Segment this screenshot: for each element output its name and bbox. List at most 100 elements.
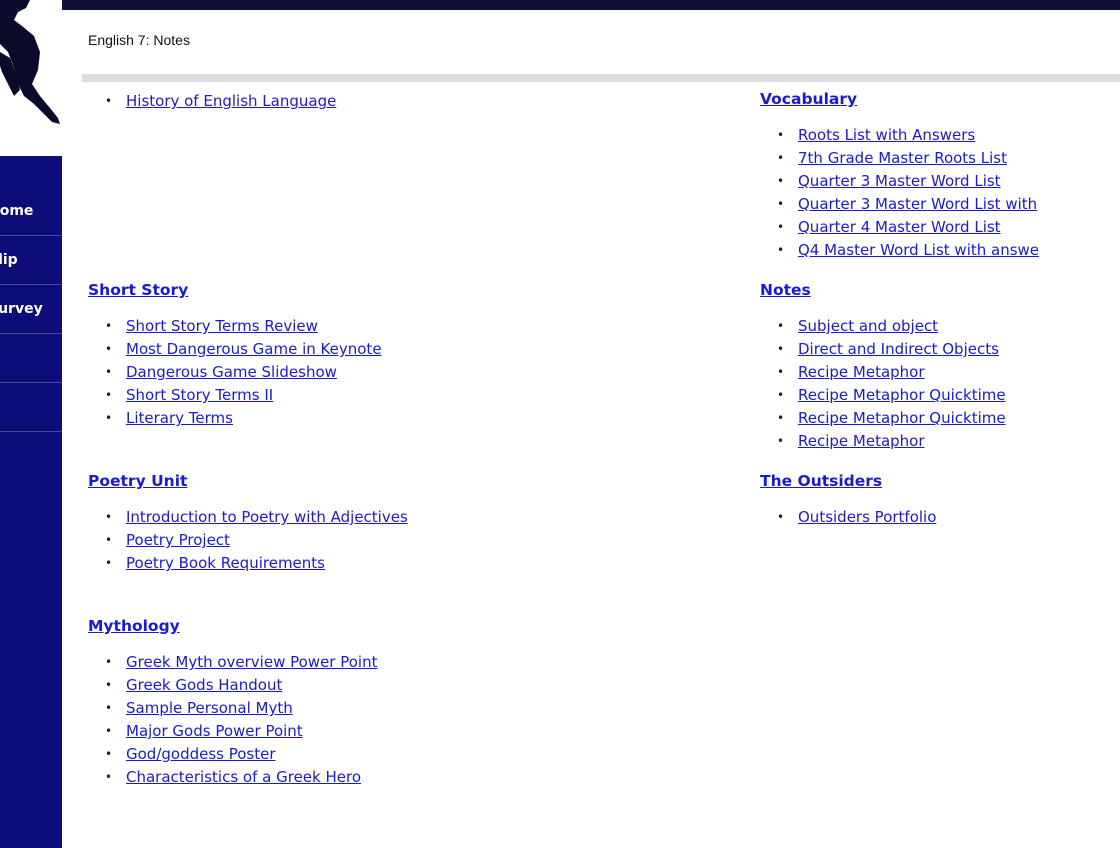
bullet-dot-icon: •: [105, 411, 113, 425]
link-major-gods-power-point[interactable]: Major Gods Power Point: [126, 722, 303, 740]
list-item: • Direct and Indirect Objects: [777, 338, 1120, 361]
link-dangerous-game-slideshow[interactable]: Dangerous Game Slideshow: [126, 363, 337, 381]
list-item: • Poetry Project: [105, 529, 648, 552]
bullet-dot-icon: •: [777, 342, 785, 356]
link-recipe-metaphor[interactable]: Recipe Metaphor: [798, 432, 925, 450]
list-item: • Roots List with Answers: [777, 124, 1120, 147]
link-q4-master-word-list-with-answe[interactable]: Q4 Master Word List with answe: [798, 241, 1039, 259]
bullet-dot-icon: •: [105, 770, 113, 784]
site-logo[interactable]: [0, 0, 62, 156]
bullet-dot-icon: •: [777, 319, 785, 333]
list-item: • Q4 Master Word List with answe: [777, 239, 1120, 262]
bullet-dot-icon: •: [105, 724, 113, 738]
link-list: • Short Story Terms Review • Most Dangerous…: [88, 315, 648, 430]
list-item: • Greek Myth overview Power Point: [105, 651, 648, 674]
bullet-dot-icon: •: [105, 319, 113, 333]
bullet-dot-icon: •: [777, 151, 785, 165]
section-heading-short-story[interactable]: Short Story: [88, 281, 188, 299]
section-poetry-unit: Poetry Unit • Introduction to Poetry with …: [88, 472, 648, 575]
section-the-outsiders: The Outsiders • Outsiders Portfolio: [760, 472, 1120, 529]
list-item: • Quarter 3 Master Word List with: [777, 193, 1120, 216]
list-item: • Short Story Terms Review: [105, 315, 648, 338]
bullet-dot-icon: •: [105, 510, 113, 524]
section-notes: Notes • Subject and object • Direct and Indi…: [760, 281, 1120, 453]
bullet-dot-icon: •: [777, 411, 785, 425]
link-literary-terms[interactable]: Literary Terms: [126, 409, 233, 427]
list-item: • God/goddess Poster: [105, 743, 648, 766]
link-outsiders-portfolio[interactable]: Outsiders Portfolio: [798, 508, 936, 526]
section-heading-poetry-unit[interactable]: Poetry Unit: [88, 472, 187, 490]
link-greek-myth-overview-power-point[interactable]: Greek Myth overview Power Point: [126, 653, 377, 671]
list-item: • Recipe Metaphor Quicktime: [777, 407, 1120, 430]
link-recipe-metaphor-quicktime[interactable]: Recipe Metaphor Quicktime: [798, 386, 1006, 404]
link-list: • Outsiders Portfolio: [760, 506, 1120, 529]
list-item: • Introduction to Poetry with Adjectives: [105, 506, 648, 529]
list-item: • Recipe Metaphor Quicktime: [777, 384, 1120, 407]
sidebar-item-blank-2[interactable]: [0, 383, 62, 432]
top-band: [62, 0, 1120, 10]
list-item: • Most Dangerous Game in Keynote: [105, 338, 648, 361]
link-list: • Introduction to Poetry with Adjectives •…: [88, 506, 648, 575]
link-list: • Greek Myth overview Power Point • Greek G…: [88, 651, 648, 789]
link-quarter-3-master-word-list[interactable]: Quarter 3 Master Word List: [798, 172, 1001, 190]
link-recipe-metaphor[interactable]: Recipe Metaphor: [798, 363, 925, 381]
bullet-dot-icon: •: [105, 747, 113, 761]
link-god-goddess-poster[interactable]: God/goddess Poster: [126, 745, 276, 763]
link-short-story-terms-ii[interactable]: Short Story Terms II: [126, 386, 273, 404]
link-recipe-metaphor-quicktime[interactable]: Recipe Metaphor Quicktime: [798, 409, 1006, 427]
link-poetry-book-requirements[interactable]: Poetry Book Requirements: [126, 554, 325, 572]
section-vocabulary: Vocabulary • Roots List with Answers • 7th G…: [760, 90, 1120, 262]
bullet-dot-icon: •: [777, 365, 785, 379]
list-item: • Recipe Metaphor: [777, 430, 1120, 453]
browser-window: Home Slip Survey English 7: Notes • Histo…: [0, 0, 1120, 848]
left-column: • History of English Language Short Story •…: [88, 86, 648, 789]
list-item: • Outsiders Portfolio: [777, 506, 1120, 529]
section-heading-the-outsiders[interactable]: The Outsiders: [760, 472, 882, 490]
bullet-dot-icon: •: [105, 94, 113, 108]
section-heading-mythology[interactable]: Mythology: [88, 617, 180, 635]
list-item: • Quarter 4 Master Word List: [777, 216, 1120, 239]
link-quarter-4-master-word-list[interactable]: Quarter 4 Master Word List: [798, 218, 1001, 236]
list-item: • Greek Gods Handout: [105, 674, 648, 697]
left-sidebar: Home Slip Survey: [0, 0, 62, 848]
page-title: English 7: Notes: [88, 32, 190, 48]
link-greek-gods-handout[interactable]: Greek Gods Handout: [126, 676, 282, 694]
list-item: • Characteristics of a Greek Hero: [105, 766, 648, 789]
bullet-dot-icon: •: [105, 533, 113, 547]
runner-silhouette-icon: [0, 0, 60, 124]
section-heading-vocabulary[interactable]: Vocabulary: [760, 90, 857, 108]
bullet-dot-icon: •: [105, 388, 113, 402]
list-item: • Short Story Terms II: [105, 384, 648, 407]
link-list: • Subject and object • Direct and Indirect …: [760, 315, 1120, 453]
list-item: • 7th Grade Master Roots List: [777, 147, 1120, 170]
list-item: • Recipe Metaphor: [777, 361, 1120, 384]
bullet-dot-icon: •: [105, 678, 113, 692]
right-column: Vocabulary • Roots List with Answers • 7th G…: [760, 86, 1120, 529]
section-short-story: Short Story • Short Story Terms Review • Mos…: [88, 281, 648, 430]
sidebar-item-home[interactable]: Home: [0, 187, 62, 236]
list-item: • Sample Personal Myth: [105, 697, 648, 720]
link-history-of-english-language[interactable]: History of English Language: [126, 92, 336, 110]
bullet-dot-icon: •: [777, 220, 785, 234]
link-poetry-project[interactable]: Poetry Project: [126, 531, 230, 549]
list-item: • Poetry Book Requirements: [105, 552, 648, 575]
link-quarter-3-master-word-list-with[interactable]: Quarter 3 Master Word List with: [798, 195, 1037, 213]
link-list: • History of English Language: [88, 90, 648, 113]
link-7th-grade-master-roots-list[interactable]: 7th Grade Master Roots List: [798, 149, 1007, 167]
section-mythology: Mythology • Greek Myth overview Power Poin…: [88, 617, 648, 789]
link-most-dangerous-game-in-keynote[interactable]: Most Dangerous Game in Keynote: [126, 340, 382, 358]
sidebar-item-blank-1[interactable]: [0, 334, 62, 383]
sidebar-item-slip[interactable]: Slip: [0, 236, 62, 285]
link-roots-list-with-answers[interactable]: Roots List with Answers: [798, 126, 975, 144]
bullet-dot-icon: •: [777, 243, 785, 257]
link-characteristics-of-a-greek-hero[interactable]: Characteristics of a Greek Hero: [126, 768, 361, 786]
link-sample-personal-myth[interactable]: Sample Personal Myth: [126, 699, 293, 717]
section-heading-notes[interactable]: Notes: [760, 281, 811, 299]
link-short-story-terms-review[interactable]: Short Story Terms Review: [126, 317, 318, 335]
link-introduction-to-poetry-with-adjectives[interactable]: Introduction to Poetry with Adjectives: [126, 508, 408, 526]
list-item: • Major Gods Power Point: [105, 720, 648, 743]
sidebar-item-survey[interactable]: Survey: [0, 285, 62, 334]
bullet-dot-icon: •: [777, 388, 785, 402]
link-direct-and-indirect-objects[interactable]: Direct and Indirect Objects: [798, 340, 999, 358]
link-subject-and-object[interactable]: Subject and object: [798, 317, 938, 335]
